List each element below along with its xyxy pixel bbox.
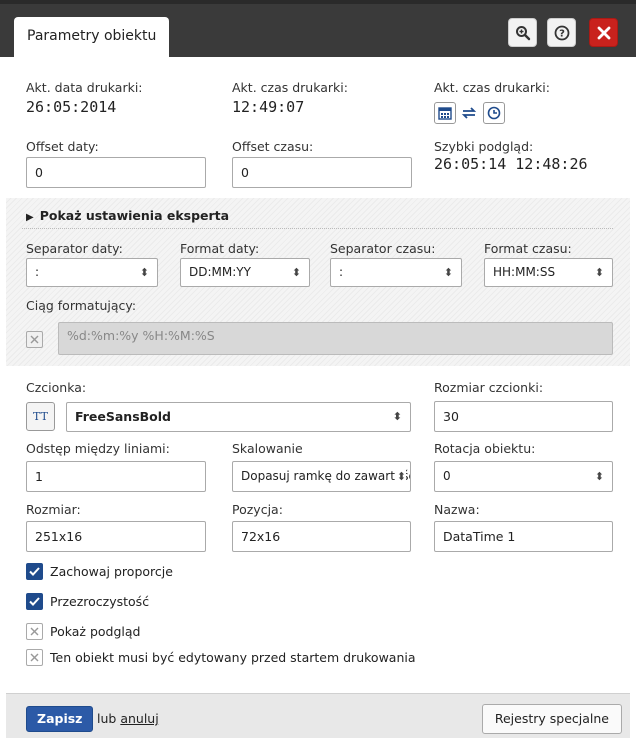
rotation-label: Rotacja obiektu: <box>434 441 536 456</box>
edit-before-print-label: Ten obiekt musi być edytowany przed star… <box>50 650 416 665</box>
printer-time-value: 12:49:07 <box>232 98 305 116</box>
time-separator-value: : <box>339 265 344 279</box>
font-select[interactable]: FreeSansBold ⬍ <box>66 402 411 432</box>
format-string-input: %d:%m:%y %H:%M:%S <box>58 322 613 355</box>
keep-proportions-checkbox[interactable] <box>26 563 43 580</box>
select-arrows-icon: ⬍ <box>139 266 149 279</box>
select-arrows-icon: ⬍ <box>291 266 301 279</box>
scaling-label: Skalowanie <box>232 441 303 456</box>
line-spacing-input[interactable]: 1 <box>26 461 206 492</box>
name-input[interactable]: DataTime 1 <box>434 521 613 552</box>
zoom-button[interactable] <box>508 18 537 47</box>
close-icon <box>597 26 610 39</box>
checkmark-icon <box>29 597 40 606</box>
cross-icon <box>30 627 39 636</box>
time-offset-input[interactable]: 0 <box>232 157 412 188</box>
font-label: Czcionka: <box>26 380 87 395</box>
name-label: Nazwa: <box>434 502 480 517</box>
scaling-select[interactable]: Dopasuj ramkę do zawartości ⬍ <box>232 461 411 492</box>
select-arrows-icon: ⬍ <box>392 410 402 423</box>
select-arrows-icon: ⬍ <box>394 462 406 491</box>
printer-time-label-2: Akt. czas drukarki: <box>434 80 550 95</box>
svg-text:?: ? <box>559 28 565 39</box>
expert-toggle-label: Pokaż ustawienia eksperta <box>39 208 230 223</box>
show-preview-checkbox[interactable] <box>26 623 43 640</box>
format-string-checkbox[interactable] <box>26 331 43 348</box>
printer-date-value: 26:05:2014 <box>26 98 117 116</box>
date-separator-label: Separator daty: <box>26 241 123 256</box>
time-format-label: Format czasu: <box>484 241 572 256</box>
date-format-label: Format daty: <box>180 241 260 256</box>
format-string-label: Ciąg formatujący: <box>26 298 137 313</box>
scaling-value: Dopasuj ramkę do zawartości <box>241 469 411 483</box>
select-arrows-icon: ⬍ <box>594 266 604 279</box>
font-type-icon: TT <box>33 410 48 423</box>
position-label: Pozycja: <box>232 502 283 517</box>
calendar-button[interactable] <box>434 102 456 124</box>
font-size-label: Rozmiar czcionki: <box>434 380 544 395</box>
calendar-icon <box>438 107 452 120</box>
special-registers-button[interactable]: Rejestry specjalne <box>481 704 622 734</box>
date-separator-value: : <box>35 265 40 279</box>
zoom-icon <box>515 25 530 40</box>
date-format-value: DD:MM:YY <box>189 265 251 279</box>
edit-before-print-checkbox[interactable] <box>26 649 43 666</box>
date-offset-input[interactable]: 0 <box>26 157 206 188</box>
position-input[interactable]: 72x16 <box>232 521 411 552</box>
time-format-value: HH:MM:SS <box>493 265 556 279</box>
select-arrows-icon: ⬍ <box>594 470 604 483</box>
size-label: Rozmiar: <box>26 502 81 517</box>
rotation-select[interactable]: 0 ⬍ <box>434 461 613 492</box>
date-offset-label: Offset daty: <box>26 139 99 154</box>
keep-proportions-label: Zachowaj proporcje <box>50 564 173 579</box>
or-text: lub <box>97 711 117 726</box>
time-separator-label: Separator czasu: <box>330 241 436 256</box>
quick-preview-label: Szybki podgląd: <box>434 139 534 154</box>
line-spacing-label: Odstęp między liniami: <box>26 441 170 456</box>
size-input[interactable]: 251x16 <box>26 521 206 552</box>
cancel-link[interactable]: anuluj <box>120 711 158 726</box>
close-button[interactable] <box>589 18 618 47</box>
transparency-label: Przezroczystość <box>50 594 150 609</box>
divider <box>22 228 613 229</box>
footer-actions: lub anuluj <box>97 711 159 726</box>
tab-parametry-obiektu[interactable]: Parametry obiektu <box>14 17 170 57</box>
select-arrows-icon: ⬍ <box>443 266 453 279</box>
cross-icon <box>30 335 39 344</box>
cross-icon <box>30 653 39 662</box>
time-separator-select[interactable]: : ⬍ <box>330 258 462 287</box>
printer-date-label: Akt. data drukarki: <box>26 80 143 95</box>
time-format-select[interactable]: HH:MM:SS ⬍ <box>484 258 613 287</box>
triangle-right-icon: ▶ <box>26 212 34 223</box>
show-preview-label: Pokaż podgląd <box>50 624 141 639</box>
font-picker-button[interactable]: TT <box>26 402 55 431</box>
quick-preview-value: 26:05:14 12:48:26 <box>434 155 588 173</box>
help-button[interactable]: ? <box>547 18 576 47</box>
date-format-select[interactable]: DD:MM:YY ⬍ <box>180 258 310 287</box>
font-size-input[interactable]: 30 <box>434 401 613 432</box>
help-icon: ? <box>554 25 569 40</box>
clock-icon <box>487 106 501 120</box>
checkmark-icon <box>29 567 40 576</box>
date-separator-select[interactable]: : ⬍ <box>26 258 158 287</box>
transparency-checkbox[interactable] <box>26 593 43 610</box>
rotation-value: 0 <box>443 469 451 483</box>
printer-time-label: Akt. czas drukarki: <box>232 80 348 95</box>
time-offset-label: Offset czasu: <box>232 139 314 154</box>
sync-icon[interactable] <box>461 105 477 125</box>
font-value: FreeSansBold <box>75 409 171 424</box>
clock-button[interactable] <box>483 102 505 124</box>
dialog-content <box>6 57 630 687</box>
expert-settings-toggle[interactable]: ▶ Pokaż ustawienia eksperta <box>26 208 229 223</box>
save-button[interactable]: Zapisz <box>26 706 94 732</box>
